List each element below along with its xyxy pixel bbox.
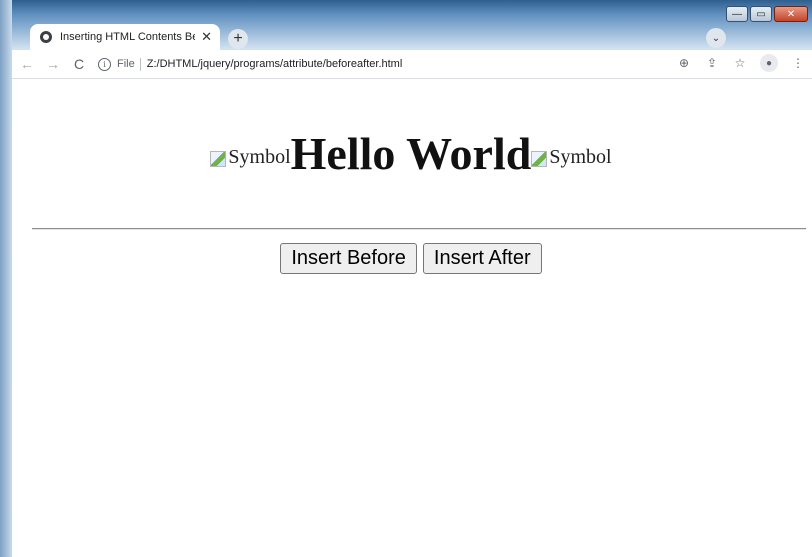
scheme-label: File — [117, 58, 135, 70]
toolbar-actions: ⊕ ⇪ ☆ ● ⋮ — [676, 54, 806, 72]
page-content: Symbol Hello World Symbol Insert Before … — [12, 79, 810, 555]
tab-close-icon[interactable]: ✕ — [201, 29, 212, 45]
tab-active[interactable]: Inserting HTML Contents Before ✕ — [30, 24, 220, 50]
right-symbol-image: Symbol — [531, 146, 612, 169]
left-image-alt-text: Symbol — [228, 146, 291, 168]
zoom-icon[interactable]: ⊕ — [676, 56, 692, 70]
share-icon[interactable]: ⇪ — [704, 56, 720, 70]
new-tab-button[interactable]: + — [228, 29, 248, 49]
insert-after-button[interactable]: Insert After — [422, 243, 542, 274]
right-image-alt-text: Symbol — [549, 146, 612, 168]
bookmark-star-icon[interactable]: ☆ — [732, 56, 748, 70]
reload-icon[interactable]: C — [68, 56, 90, 72]
page-heading: Symbol Hello World Symbol — [12, 127, 810, 180]
url-text[interactable]: Z:/DHTML/jquery/programs/attribute/befor… — [147, 58, 403, 70]
info-icon[interactable]: i — [98, 57, 111, 71]
tab-search-button[interactable]: ⌄ — [706, 28, 726, 48]
broken-image-icon — [531, 151, 548, 167]
globe-icon — [40, 31, 52, 43]
address-separator — [139, 57, 141, 71]
forward-icon[interactable]: → — [42, 56, 64, 72]
browser-toolbar: ← → C i File Z:/DHTML/jquery/programs/at… — [12, 50, 812, 79]
horizontal-rule — [32, 228, 806, 230]
insert-before-button[interactable]: Insert Before — [280, 243, 417, 274]
tab-strip: Inserting HTML Contents Before ✕ + ⌄ — [12, 20, 812, 50]
button-row: Insert Before Insert After — [12, 243, 810, 274]
broken-image-icon — [210, 151, 227, 167]
address-bar[interactable]: i File Z:/DHTML/jquery/programs/attribut… — [98, 53, 658, 75]
left-symbol-image: Symbol — [210, 146, 291, 169]
menu-icon[interactable]: ⋮ — [790, 56, 806, 70]
profile-avatar-icon[interactable]: ● — [760, 54, 778, 72]
tab-title: Inserting HTML Contents Before — [60, 31, 195, 43]
back-icon[interactable]: ← — [16, 56, 38, 72]
window-left-edge — [0, 0, 12, 557]
hello-world-heading: Hello World — [290, 128, 532, 179]
